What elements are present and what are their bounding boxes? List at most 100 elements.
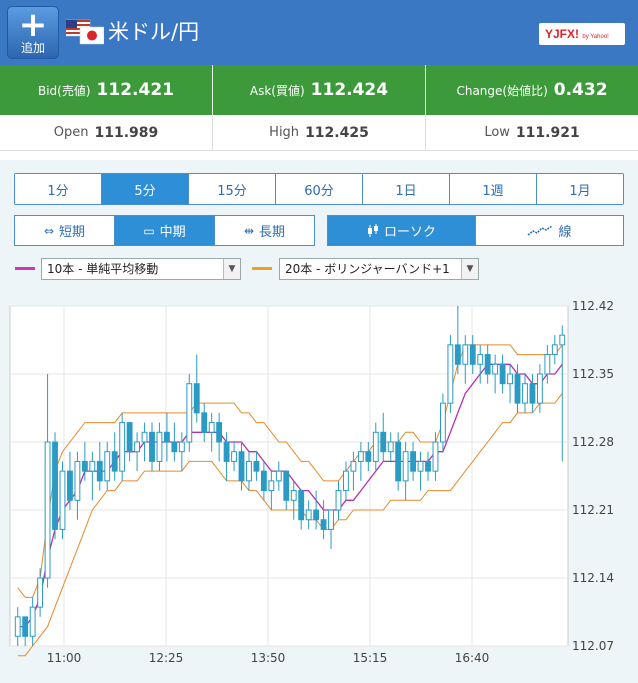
candle-body xyxy=(283,470,290,501)
candle-body xyxy=(536,373,543,404)
bid-value-last: 1 xyxy=(162,80,174,100)
chevron-down-icon: ▼ xyxy=(223,259,240,279)
candle-body xyxy=(477,354,484,365)
candle-body xyxy=(484,354,491,375)
logo-text: YJFX! xyxy=(545,27,580,41)
ask-value-main: 112.42 xyxy=(310,80,377,100)
candle-body xyxy=(89,460,96,472)
indicator2-value: 20本 - ボリンジャーバンド+1 xyxy=(285,262,450,276)
mid-term-icon: ▭ xyxy=(143,223,155,238)
candle-body xyxy=(29,606,36,637)
low-label: Low xyxy=(484,125,510,140)
candle-body xyxy=(141,431,148,443)
line-icon xyxy=(528,224,553,236)
candle-body xyxy=(44,441,51,579)
candle-body xyxy=(402,451,409,482)
candle-body xyxy=(529,383,536,404)
candle-body xyxy=(223,441,230,462)
x-tick-label: 13:50 xyxy=(251,651,286,665)
line-chart-label: 線 xyxy=(558,225,572,240)
candle-body xyxy=(439,402,446,443)
candle-body xyxy=(14,616,21,637)
tab-1day[interactable]: 1日 xyxy=(363,174,450,204)
ask-label: Ask(買値) xyxy=(249,83,305,98)
add-button[interactable]: + 追加 xyxy=(7,6,59,59)
candle-body xyxy=(559,334,566,346)
candle-body xyxy=(260,470,267,492)
candle-body xyxy=(417,460,424,472)
open-cell: Open 111.989 xyxy=(0,115,213,150)
candle-body xyxy=(178,441,185,453)
candle-body xyxy=(499,363,506,385)
indicator1-select[interactable]: 10本 - 単純平均移動 ▼ xyxy=(41,258,241,280)
candle-body xyxy=(357,451,364,462)
candle-body xyxy=(290,490,297,501)
indicator1-swatch xyxy=(15,267,35,270)
line-chart-button[interactable]: 線 xyxy=(476,216,623,245)
tab-60min[interactable]: 60分 xyxy=(276,174,363,204)
candle-body xyxy=(447,344,454,404)
bid-value-main: 112.42 xyxy=(96,80,163,100)
candle-body xyxy=(253,460,260,472)
candlestick-label: ローソク xyxy=(383,225,436,240)
candle-body xyxy=(544,354,551,375)
y-tick-label: 112.28 xyxy=(572,435,614,449)
y-tick-label: 112.21 xyxy=(572,503,614,517)
candle-body xyxy=(320,519,327,530)
candle-body xyxy=(387,441,394,453)
tab-1min[interactable]: 1分 xyxy=(15,174,102,204)
tab-5min[interactable]: 5分 xyxy=(102,174,189,204)
high-cell: High 112.425 xyxy=(213,115,426,150)
candle-body xyxy=(246,460,252,482)
candle-body xyxy=(96,460,103,482)
y-tick-label: 112.42 xyxy=(572,299,614,313)
period-short-button[interactable]: ⇔ 短期 xyxy=(15,216,115,245)
period-long-label: 長期 xyxy=(259,225,286,240)
tab-1week[interactable]: 1週 xyxy=(450,174,537,204)
low-cell: Low 111.921 xyxy=(426,115,638,150)
tab-15min[interactable]: 15分 xyxy=(189,174,276,204)
candle-body xyxy=(275,470,282,482)
candle-body xyxy=(52,441,58,530)
candle-body xyxy=(126,422,133,453)
candle-body xyxy=(111,451,118,472)
candlestick-button[interactable]: ローソク xyxy=(328,216,476,245)
candle-body xyxy=(104,451,111,482)
candle-body xyxy=(507,373,513,385)
period-mid-button[interactable]: ▭ 中期 xyxy=(115,216,215,245)
period-long-button[interactable]: ⇹ 長期 xyxy=(215,216,314,245)
candle-body xyxy=(163,431,170,443)
candle-body xyxy=(313,509,320,521)
candle-body xyxy=(59,470,66,530)
candle-body xyxy=(350,460,357,472)
ask-value-last: 4 xyxy=(376,80,389,100)
candle-body xyxy=(305,509,312,521)
candle-body xyxy=(231,451,237,462)
change-cell: Change(始値比) 0.432 xyxy=(426,65,638,115)
indicator2-swatch xyxy=(252,267,272,270)
candle-body xyxy=(201,412,208,433)
candle-body xyxy=(22,616,29,637)
candle-body xyxy=(343,470,349,492)
price-chart[interactable]: 112.42 112.35 112.28 112.21 112.14 112.07 11:0… xyxy=(0,296,638,670)
period-mid-label: 中期 xyxy=(159,225,186,240)
yjfx-logo: YJFX! by Yahoo! xyxy=(539,23,625,45)
y-tick-label: 112.35 xyxy=(572,367,614,381)
period-short-label: 短期 xyxy=(59,225,86,240)
candle-icon xyxy=(367,223,378,237)
candle-body xyxy=(238,451,245,482)
candle-body xyxy=(469,344,476,365)
candle-body xyxy=(425,460,431,472)
us-jp-flag-icon xyxy=(66,19,104,45)
short-term-icon: ⇔ xyxy=(43,223,55,238)
bid-label: Bid(売値) xyxy=(37,83,91,98)
y-tick-label: 112.07 xyxy=(572,639,614,653)
open-label: Open xyxy=(53,125,89,140)
indicator2-select[interactable]: 20本 - ボリンジャーバンド+1 ▼ xyxy=(279,258,479,280)
candle-body xyxy=(335,490,342,511)
tab-1month[interactable]: 1月 xyxy=(537,174,623,204)
candle-body xyxy=(171,441,178,453)
logo-sub: by Yahoo! xyxy=(582,34,609,40)
long-term-icon: ⇹ xyxy=(243,223,255,238)
y-tick-label: 112.14 xyxy=(572,571,614,585)
